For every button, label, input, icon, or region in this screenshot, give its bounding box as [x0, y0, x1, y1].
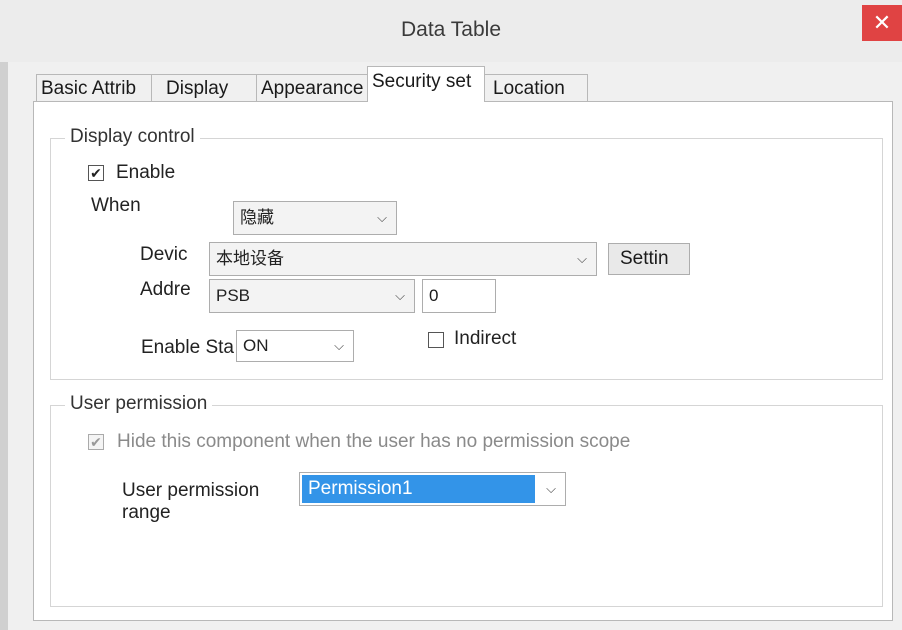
enable-checkbox[interactable]: ✔: [88, 165, 104, 181]
when-select[interactable]: 隐藏 ⌵: [233, 201, 397, 235]
close-icon: ✕: [872, 10, 892, 35]
chevron-down-icon: ⌵: [577, 251, 587, 266]
when-label: When: [91, 195, 141, 216]
chevron-down-icon: ⌵: [334, 338, 344, 353]
enable-state-label: Enable Sta: [141, 337, 234, 358]
tab-bar: Basic Attrib Display Appearance Security…: [0, 66, 902, 102]
check-icon: ✔: [90, 165, 102, 181]
tab-basic-attrib[interactable]: Basic Attrib: [36, 74, 152, 101]
display-control-title: Display control: [65, 126, 200, 148]
indirect-checkbox[interactable]: [428, 332, 444, 348]
close-button[interactable]: ✕: [862, 5, 902, 41]
address-label: Addre: [140, 279, 191, 300]
user-permission-group: User permission ✔ Hide this component wh…: [50, 393, 883, 607]
enable-label: Enable: [116, 162, 176, 183]
permission-range-select[interactable]: Permission1 ⌵: [299, 472, 566, 506]
chevron-down-icon: ⌵: [395, 288, 405, 303]
hide-component-label: Hide this component when the user has no…: [117, 431, 631, 452]
enable-state-select[interactable]: ON ⌵: [236, 330, 354, 362]
window-title: Data Table: [400, 18, 502, 41]
device-label: Devic: [140, 244, 188, 265]
check-icon: ✔: [90, 434, 102, 450]
chevron-down-icon: ⌵: [546, 481, 556, 496]
permission-range-value: Permission1: [302, 475, 535, 503]
indirect-label: Indirect: [454, 328, 517, 349]
dialog-window: Data Table ✕ Basic Attrib Display Appear…: [0, 0, 902, 630]
tab-location[interactable]: Location: [484, 74, 588, 101]
device-select[interactable]: 本地设备 ⌵: [209, 242, 597, 276]
title-bar: Data Table ✕: [0, 0, 902, 62]
security-settings-panel: Display control ✔ Enable When 隐藏 ⌵ Devic…: [33, 101, 893, 621]
hide-component-checkbox[interactable]: ✔: [88, 434, 104, 450]
user-permission-title: User permission: [65, 393, 213, 415]
tab-display[interactable]: Display: [151, 74, 257, 101]
permission-range-label: User permission range: [122, 480, 260, 523]
address-input[interactable]: 0: [422, 279, 496, 313]
display-control-group: Display control ✔ Enable When 隐藏 ⌵ Devic…: [50, 126, 883, 380]
tab-appearance[interactable]: Appearance: [256, 74, 369, 101]
chevron-down-icon: ⌵: [377, 210, 387, 225]
address-type-select[interactable]: PSB ⌵: [209, 279, 415, 313]
settings-button[interactable]: Settin: [608, 243, 690, 275]
tab-security-set[interactable]: Security set: [367, 66, 485, 102]
